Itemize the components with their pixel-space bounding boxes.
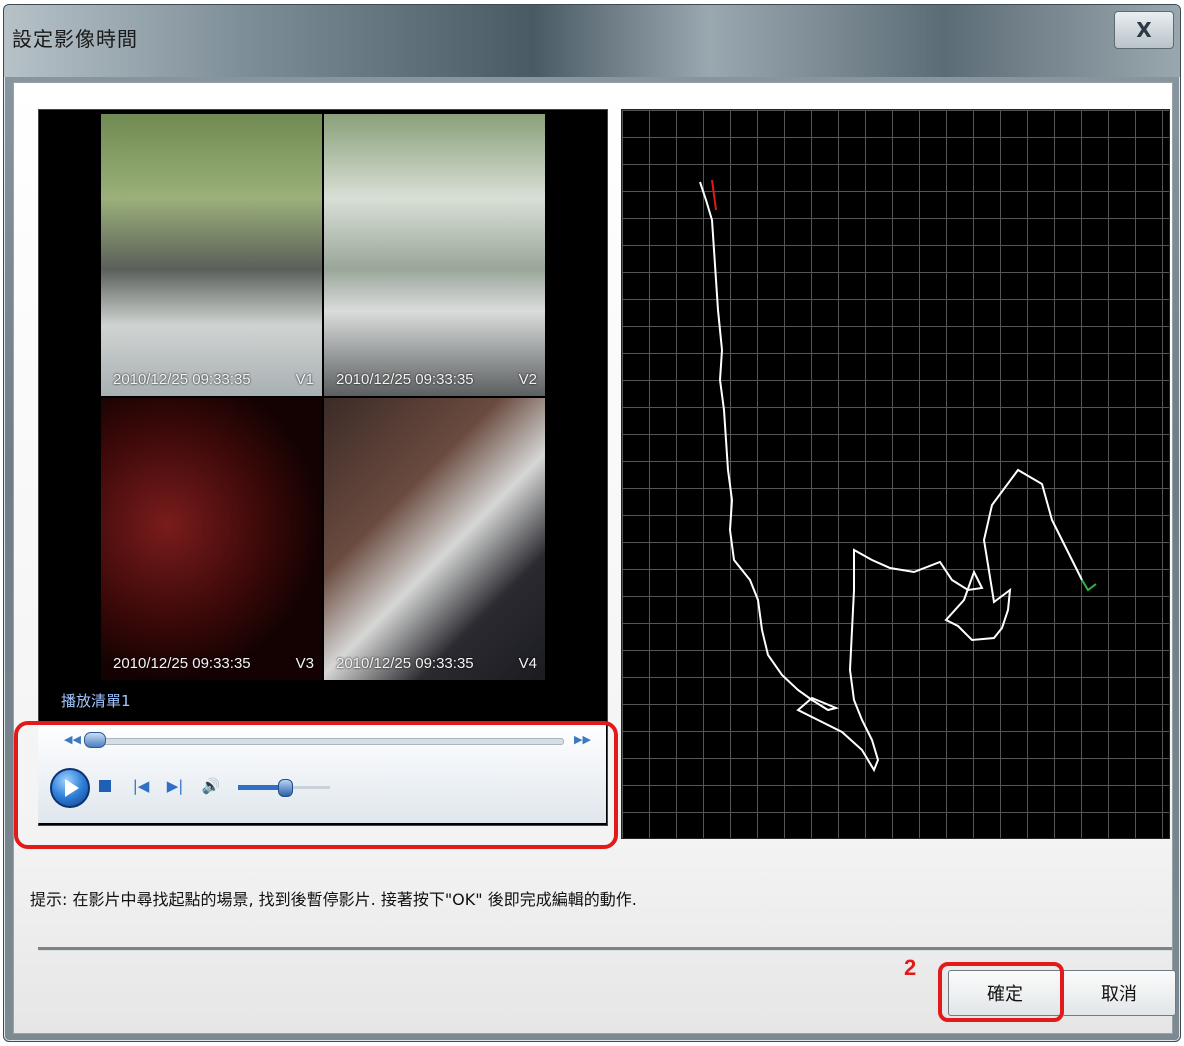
camera-timestamp: 2010/12/25 09:33:35 <box>113 655 251 672</box>
seek-thumb[interactable] <box>84 732 106 748</box>
camera-label: V2 <box>518 371 537 388</box>
separator-line <box>38 947 1172 951</box>
camera-view-v4: 2010/12/25 09:33:35 V4 <box>324 398 545 680</box>
route-end-marker <box>1081 579 1097 592</box>
speaker-icon: 🔊 <box>201 777 221 795</box>
stop-button[interactable] <box>94 775 116 797</box>
camera-label: V3 <box>295 655 314 672</box>
play-button[interactable] <box>50 768 90 808</box>
volume-thumb[interactable] <box>278 779 293 797</box>
cancel-button[interactable]: 取消 <box>1062 970 1176 1016</box>
camera-view-v1: 2010/12/25 09:33:35 V1 <box>101 114 322 396</box>
camera-label: V1 <box>295 371 314 388</box>
camera-view-v3: 2010/12/25 09:33:35 V3 <box>101 398 322 680</box>
route-start-marker <box>711 179 717 211</box>
camera-timestamp: 2010/12/25 09:33:35 <box>336 655 474 672</box>
title-bar[interactable]: 設定影像時間 X <box>4 5 1180 77</box>
close-button[interactable]: X <box>1114 11 1174 49</box>
camera-timestamp: 2010/12/25 09:33:35 <box>113 371 251 388</box>
window-title: 設定影像時間 <box>12 27 138 51</box>
ok-highlight-box <box>938 962 1064 1022</box>
previous-button[interactable]: |◀ <box>130 775 152 797</box>
camera-timestamp: 2010/12/25 09:33:35 <box>336 371 474 388</box>
dialog-window: 設定影像時間 X 2010/12/25 09:33:35 V1 2010/12/… <box>3 4 1181 1042</box>
hint-text: 提示: 在影片中尋找起點的場景, 找到後暫停影片. 接著按下"OK" 後即完成編… <box>30 890 637 909</box>
route-track <box>699 179 1097 773</box>
rewind-icon[interactable]: ◀◀ <box>64 733 81 746</box>
skip-back-icon: |◀ <box>132 777 150 795</box>
route-line <box>699 181 1083 773</box>
gps-track-map <box>621 109 1170 839</box>
mute-button[interactable]: 🔊 <box>200 775 222 797</box>
media-player-controls: ◀◀ ▶▶ |◀ ▶| 🔊 <box>38 723 606 823</box>
playlist-label: 播放清單1 <box>61 692 131 710</box>
step-number-annotation: 2 <box>904 955 917 980</box>
skip-forward-icon: ▶| <box>166 777 184 795</box>
fast-forward-icon[interactable]: ▶▶ <box>574 733 591 746</box>
camera-grid: 2010/12/25 09:33:35 V1 2010/12/25 09:33:… <box>101 114 545 680</box>
camera-view-v2: 2010/12/25 09:33:35 V2 <box>324 114 545 396</box>
next-button[interactable]: ▶| <box>164 775 186 797</box>
seek-bar[interactable] <box>86 738 564 745</box>
dialog-content: 2010/12/25 09:33:35 V1 2010/12/25 09:33:… <box>13 82 1176 1034</box>
stop-icon <box>99 780 111 792</box>
video-preview: 2010/12/25 09:33:35 V1 2010/12/25 09:33:… <box>38 109 608 826</box>
camera-label: V4 <box>518 655 537 672</box>
